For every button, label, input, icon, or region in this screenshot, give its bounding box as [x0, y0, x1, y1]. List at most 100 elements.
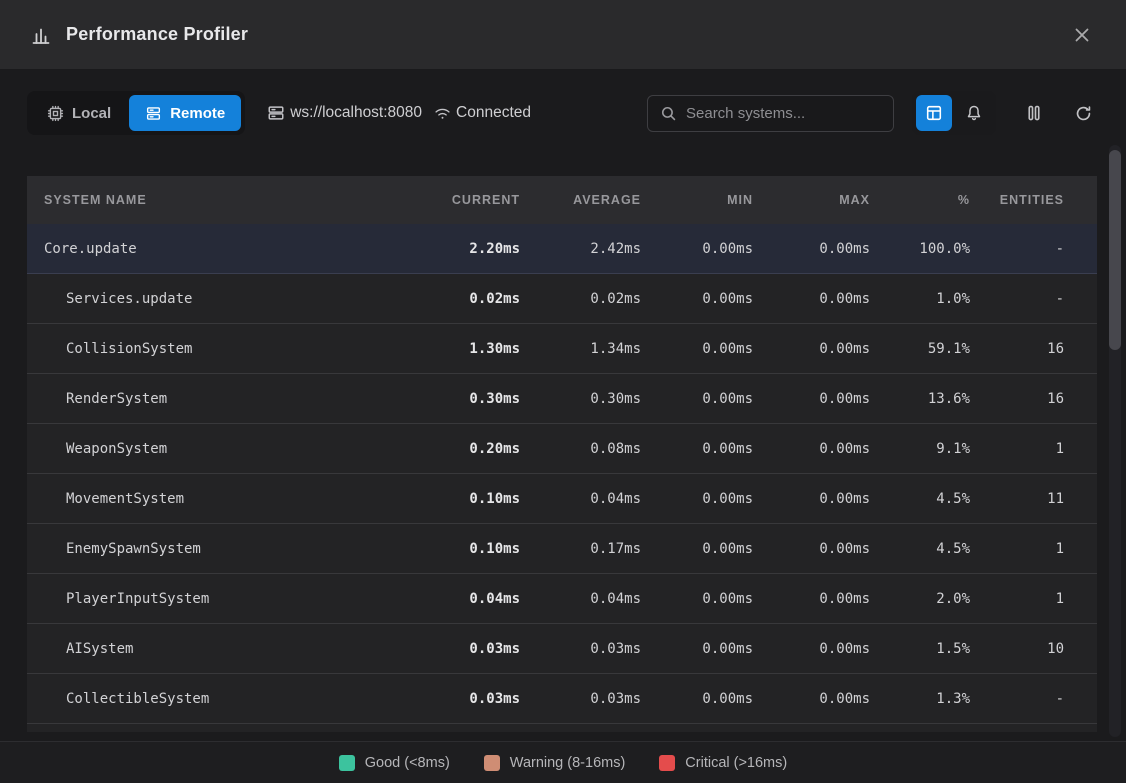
search-input[interactable] [686, 105, 885, 122]
percent-value: 9.1% [870, 441, 970, 457]
search-icon [660, 105, 677, 122]
partial-row [27, 724, 1097, 731]
entities-value: 11 [970, 491, 1064, 507]
alerts-button[interactable] [956, 95, 992, 131]
max-value: 0.00ms [753, 341, 870, 357]
table-row[interactable]: Services.update 0.02ms 0.02ms 0.00ms 0.0… [27, 274, 1097, 324]
current-value: 0.02ms [405, 291, 520, 307]
min-value: 0.00ms [641, 491, 753, 507]
max-value: 0.00ms [753, 391, 870, 407]
legend-label: Critical (>16ms) [685, 755, 787, 771]
current-value: 0.03ms [405, 641, 520, 657]
system-name: AISystem [44, 641, 133, 657]
pause-icon [1024, 103, 1044, 123]
current-value: 0.04ms [405, 591, 520, 607]
toolbar: Local Remote [27, 91, 1099, 135]
titlebar: Performance Profiler [0, 0, 1126, 70]
remote-button-label: Remote [170, 105, 225, 122]
table-body: Core.update 2.20ms 2.42ms 0.00ms 0.00ms … [27, 224, 1097, 731]
table-icon [925, 104, 943, 122]
average-value: 1.34ms [520, 341, 641, 357]
source-toggle: Local Remote [27, 91, 245, 135]
system-name: CollisionSystem [44, 341, 192, 357]
min-value: 0.00ms [641, 541, 753, 557]
average-value: 0.08ms [520, 441, 641, 457]
percent-value: 59.1% [870, 341, 970, 357]
current-value: 0.03ms [405, 691, 520, 707]
ws-url-text: ws://localhost:8080 [290, 104, 422, 122]
table-row[interactable]: MovementSystem 0.10ms 0.04ms 0.00ms 0.00… [27, 474, 1097, 524]
pause-button[interactable] [1020, 99, 1048, 127]
entities-value: 16 [970, 391, 1064, 407]
table-row[interactable]: EnemySpawnSystem 0.10ms 0.17ms 0.00ms 0.… [27, 524, 1097, 574]
entities-value: 1 [970, 591, 1064, 607]
close-button[interactable] [1068, 21, 1096, 49]
min-value: 0.00ms [641, 691, 753, 707]
system-name: PlayerInputSystem [44, 591, 209, 607]
min-value: 0.00ms [641, 341, 753, 357]
system-name: WeaponSystem [44, 441, 167, 457]
average-value: 0.03ms [520, 641, 641, 657]
max-value: 0.00ms [753, 241, 870, 257]
bell-icon [965, 104, 983, 122]
current-value: 0.10ms [405, 491, 520, 507]
table-row[interactable]: AISystem 0.03ms 0.03ms 0.00ms 0.00ms 1.5… [27, 624, 1097, 674]
current-value: 0.20ms [405, 441, 520, 457]
table-row[interactable]: CollectibleSystem 0.03ms 0.03ms 0.00ms 0… [27, 674, 1097, 724]
percent-value: 4.5% [870, 541, 970, 557]
legend-swatch [659, 755, 675, 771]
max-value: 0.00ms [753, 641, 870, 657]
ws-url: ws://localhost:8080 [267, 104, 422, 122]
current-value: 0.30ms [405, 391, 520, 407]
min-value: 0.00ms [641, 591, 753, 607]
min-value: 0.00ms [641, 441, 753, 457]
bar-chart-icon [30, 24, 52, 46]
max-value: 0.00ms [753, 441, 870, 457]
system-name: Services.update [44, 291, 192, 307]
cpu-icon [47, 105, 64, 122]
legend-swatch [339, 755, 355, 771]
refresh-button[interactable] [1070, 100, 1097, 127]
system-name: EnemySpawnSystem [44, 541, 201, 557]
percent-value: 100.0% [870, 241, 970, 257]
system-name: RenderSystem [44, 391, 167, 407]
average-value: 0.02ms [520, 291, 641, 307]
table-view-button[interactable] [916, 95, 952, 131]
connection-status: Connected [434, 104, 531, 122]
legend-swatch [484, 755, 500, 771]
percent-value: 1.0% [870, 291, 970, 307]
entities-value: 10 [970, 641, 1064, 657]
column-header-max: MAX [753, 193, 870, 207]
table-row[interactable]: CollisionSystem 1.30ms 1.34ms 0.00ms 0.0… [27, 324, 1097, 374]
search-box[interactable] [647, 95, 894, 132]
legend-item: Good (<8ms) [339, 755, 450, 771]
column-header-min: MIN [641, 193, 753, 207]
table-row[interactable]: Core.update 2.20ms 2.42ms 0.00ms 0.00ms … [27, 224, 1097, 274]
max-value: 0.00ms [753, 591, 870, 607]
system-name: MovementSystem [44, 491, 184, 507]
local-button[interactable]: Local [31, 95, 127, 131]
table-row[interactable]: PlayerInputSystem 0.04ms 0.04ms 0.00ms 0… [27, 574, 1097, 624]
scrollbar-thumb[interactable] [1109, 150, 1121, 350]
average-value: 0.17ms [520, 541, 641, 557]
percent-value: 13.6% [870, 391, 970, 407]
average-value: 0.30ms [520, 391, 641, 407]
entities-value: 1 [970, 441, 1064, 457]
column-header-average: AVERAGE [520, 193, 641, 207]
table-row[interactable]: WeaponSystem 0.20ms 0.08ms 0.00ms 0.00ms… [27, 424, 1097, 474]
max-value: 0.00ms [753, 291, 870, 307]
average-value: 0.04ms [520, 591, 641, 607]
column-header-system-name: SYSTEM NAME [44, 193, 405, 207]
refresh-icon [1074, 104, 1093, 123]
column-header-entities: ENTITIES [970, 193, 1064, 207]
column-header-percent: % [870, 193, 970, 207]
percent-value: 1.5% [870, 641, 970, 657]
min-value: 0.00ms [641, 241, 753, 257]
min-value: 0.00ms [641, 641, 753, 657]
max-value: 0.00ms [753, 541, 870, 557]
remote-button[interactable]: Remote [129, 95, 241, 131]
entities-value: 16 [970, 341, 1064, 357]
wifi-icon [434, 105, 451, 122]
current-value: 1.30ms [405, 341, 520, 357]
table-row[interactable]: RenderSystem 0.30ms 0.30ms 0.00ms 0.00ms… [27, 374, 1097, 424]
